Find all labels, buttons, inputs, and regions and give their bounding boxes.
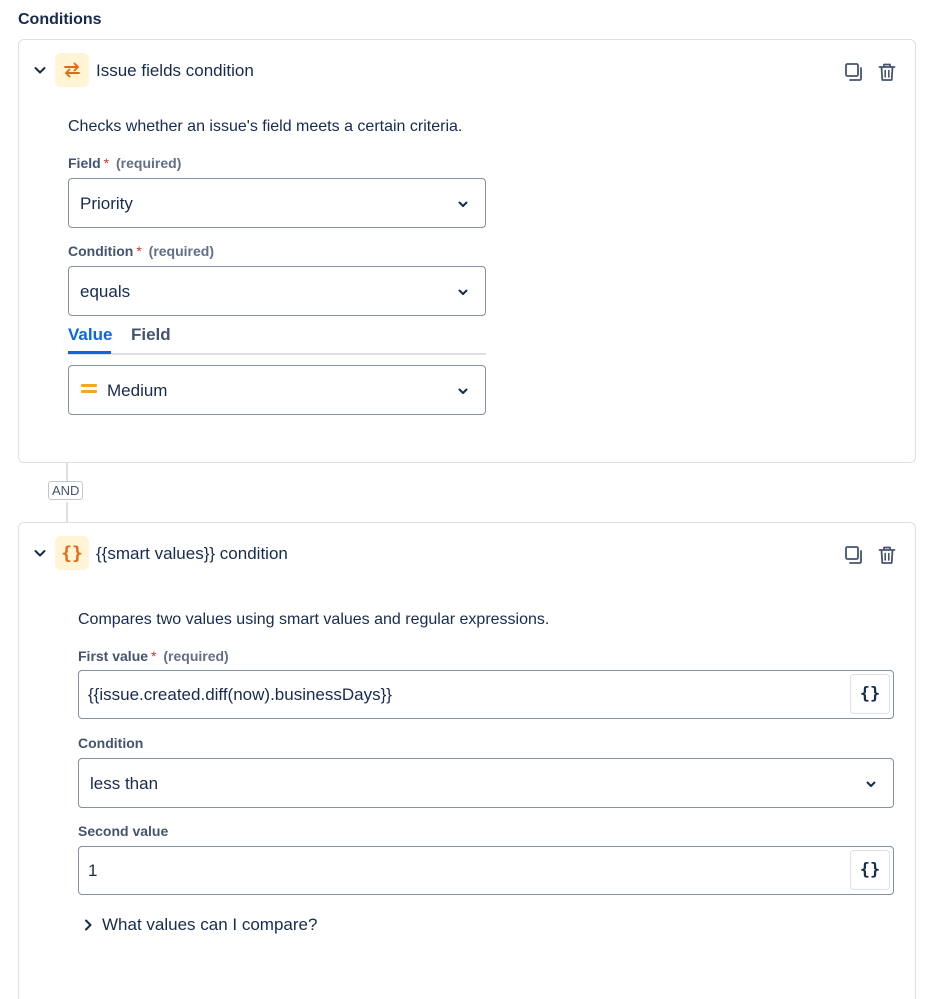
smart-values-condition-card: {} {{smart values}} condition Compares t…: [18, 522, 916, 999]
condition-label: Condition * (required): [68, 243, 214, 259]
condition-select[interactable]: equals: [68, 266, 486, 316]
field-select[interactable]: Priority: [68, 178, 486, 228]
curly-braces-icon: {}: [55, 536, 89, 570]
swap-arrows-icon: [55, 53, 89, 87]
what-values-expander[interactable]: What values can I compare?: [80, 915, 317, 935]
chevron-down-icon: [458, 201, 468, 207]
chevron-down-icon[interactable]: [32, 545, 48, 561]
tab-field[interactable]: Field: [131, 325, 171, 345]
card-title: Issue fields condition: [96, 61, 254, 80]
field-label: Field * (required): [68, 155, 182, 171]
trash-icon[interactable]: [876, 61, 898, 83]
first-value-label: First value * (required): [78, 648, 229, 664]
second-value-label: Second value: [78, 823, 169, 839]
and-badge: AND: [48, 481, 84, 500]
value-field-tabs: Value Field: [68, 325, 486, 355]
chevron-down-icon: [866, 781, 876, 787]
condition-select[interactable]: less than: [78, 758, 894, 808]
chevron-down-icon: [458, 289, 468, 295]
condition-description: Compares two values using smart values a…: [78, 611, 550, 628]
connector-line: [66, 463, 68, 482]
chevron-down-icon: [458, 388, 468, 394]
issue-fields-condition-card: Issue fields condition Checks whether an…: [18, 39, 916, 463]
active-tab-indicator: [68, 351, 111, 354]
card-header: {} {{smart values}} condition: [19, 523, 915, 585]
card-title: {{smart values}} condition: [96, 544, 288, 563]
copy-icon[interactable]: [843, 544, 865, 566]
condition-label: Condition: [78, 735, 144, 751]
condition-description: Checks whether an issue's field meets a …: [68, 118, 463, 135]
section-title: Conditions: [18, 11, 102, 28]
chevron-right-icon: [85, 919, 92, 931]
second-value-input[interactable]: 1 {}: [78, 846, 894, 895]
connector-line: [66, 502, 68, 522]
priority-medium-icon: [81, 384, 97, 396]
card-header: Issue fields condition: [19, 40, 915, 102]
value-select[interactable]: Medium: [68, 365, 486, 415]
trash-icon[interactable]: [876, 544, 898, 566]
smart-value-button[interactable]: {}: [850, 850, 890, 890]
chevron-down-icon[interactable]: [32, 62, 48, 78]
first-value-input[interactable]: {{issue.created.diff(now).businessDays}}…: [78, 670, 894, 719]
tab-value[interactable]: Value: [68, 325, 112, 345]
copy-icon[interactable]: [843, 61, 865, 83]
smart-value-button[interactable]: {}: [850, 674, 890, 714]
